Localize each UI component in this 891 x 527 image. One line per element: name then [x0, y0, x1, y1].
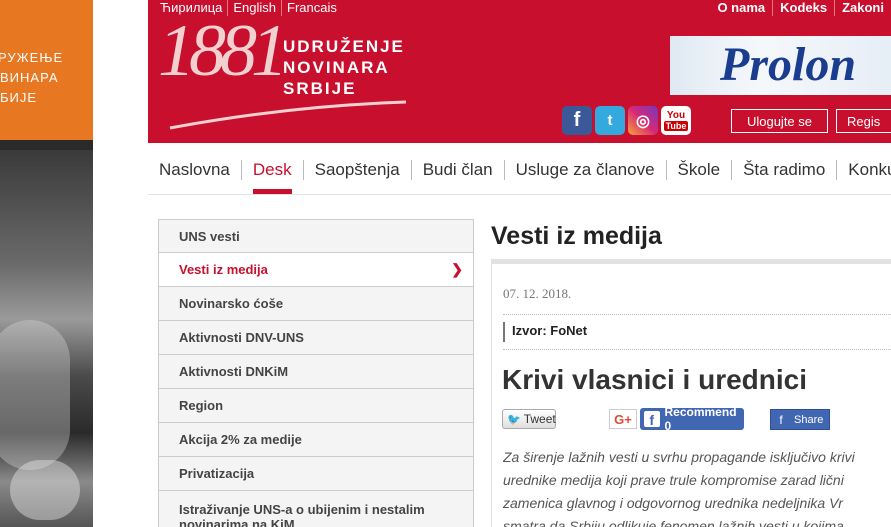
logo-year[interactable]: 1881: [158, 14, 288, 88]
sidebar-item-region[interactable]: Region: [158, 389, 474, 423]
login-button[interactable]: Ulogujte se: [731, 109, 828, 133]
orange-brand-panel: РУЖЕЊЕ ВИНАРА БИЈЕ: [0, 0, 93, 140]
recommend-label: Recommend 0: [664, 405, 737, 433]
sidebar-item-journalist-corner[interactable]: Novinarsko ćoše: [158, 287, 474, 321]
sidebar-item-label: Istraživanje UNS-a o ubijenim i nestalim…: [179, 502, 425, 527]
logo-swoosh-icon: [169, 100, 407, 130]
left-brand-line: РУЖЕЊЕ: [0, 50, 64, 65]
tweet-button[interactable]: 🐦 Tweet: [502, 409, 556, 429]
site-header: Ћирилица English Francais O nama Kodeks …: [148, 0, 891, 143]
sidebar-item-label: Novinarsko ćoše: [179, 296, 284, 311]
sidebar-item-label: Privatizacija: [179, 466, 255, 481]
photo-shape: [0, 320, 70, 470]
sidebar-item-campaign[interactable]: Akcija 2% za medije: [158, 423, 474, 457]
divider: [503, 349, 891, 350]
nav-item-desk[interactable]: Desk: [240, 160, 303, 194]
photo-shape: [10, 460, 80, 520]
sidebar-item-label: Vesti iz medija: [179, 262, 268, 277]
logo-line: UDRUŽENJE: [283, 37, 405, 56]
sidebar-item-label: Region: [179, 398, 224, 413]
article-title: Krivi vlasnici i urednici: [502, 364, 808, 395]
sidebar-item-media-news[interactable]: Vesti iz medija ❯: [158, 253, 474, 287]
youtube-icon[interactable]: You Tube: [661, 106, 691, 135]
sidebar-item-privatization[interactable]: Privatizacija: [158, 457, 474, 491]
section-title: Vesti iz medija: [491, 222, 662, 250]
top-link-laws[interactable]: Zakoni: [834, 0, 891, 16]
sidebar-item-label: Akcija 2% za medije: [179, 432, 302, 447]
left-brand-text: РУЖЕЊЕ ВИНАРА БИЈЕ: [0, 48, 63, 108]
sidebar-item-uns-news[interactable]: UNS vesti: [158, 219, 474, 253]
sidebar-item-research[interactable]: Istraživanje UNS-a o ubijenim i nestalim…: [158, 491, 474, 527]
twitter-icon[interactable]: t: [595, 106, 625, 135]
article-body-line: smatra da Srbiju odlikuje fenomen lažnih…: [503, 518, 844, 527]
left-side-banner[interactable]: РУЖЕЊЕ ВИНАРА БИЈЕ: [0, 0, 93, 527]
nav-item-home[interactable]: Naslovna: [148, 160, 241, 180]
sidebar-item-dnkim[interactable]: Aktivnosti DNKiM: [158, 355, 474, 389]
tweet-label: Tweet: [523, 412, 556, 426]
article-date: 07. 12. 2018.: [503, 286, 572, 301]
share-label: Share: [794, 413, 824, 426]
article-body: Za širenje lažnih vesti u svrhu propagan…: [503, 446, 891, 527]
logo-text[interactable]: UDRUŽENJE NOVINARA SRBIJE: [283, 36, 405, 99]
top-link-about[interactable]: O nama: [710, 0, 772, 16]
lang-link-french[interactable]: Francais: [281, 0, 342, 16]
sidebar-item-label: Aktivnosti DNKiM: [179, 364, 289, 379]
facebook-icon: f: [644, 411, 660, 427]
logo-line: NOVINARA: [283, 58, 390, 77]
register-button[interactable]: Regis: [836, 109, 891, 133]
social-icons: f t ◎ You Tube: [562, 106, 691, 135]
article-body-line: urednike medija koji prave trule komprom…: [503, 472, 844, 488]
nav-item-join[interactable]: Budi član: [410, 160, 504, 180]
nav-item-member-services[interactable]: Usluge za članove: [503, 160, 666, 180]
ad-banner[interactable]: Prolon: [670, 36, 891, 95]
article-body-line: Za širenje lažnih vesti u svrhu propagan…: [503, 449, 855, 465]
sidebar-menu: UNS vesti Vesti iz medija ❯ Novinarsko ćo…: [158, 219, 474, 527]
google-plus-button[interactable]: G+: [609, 409, 637, 429]
facebook-share-button[interactable]: f Share: [770, 409, 830, 430]
nav-item-schools[interactable]: Škole: [665, 160, 732, 180]
facebook-recommend-button[interactable]: f Recommend 0: [640, 405, 744, 433]
facebook-icon: f: [779, 412, 783, 427]
page: РУЖЕЊЕ ВИНАРА БИЈЕ Ћирилица English Fran…: [0, 0, 891, 527]
sidebar-item-label: Aktivnosti DNV-UNS: [179, 330, 304, 345]
left-brand-line: ВИНАРА: [0, 70, 59, 85]
nav-item-contests[interactable]: Konkurs: [836, 160, 891, 180]
nav-item-press-releases[interactable]: Saopštenja: [302, 160, 411, 180]
page-gutter: [93, 0, 148, 527]
chevron-right-icon: ❯: [451, 261, 463, 277]
ad-banner-text: Prolon: [720, 38, 857, 91]
article-source: Izvor: FoNet: [503, 322, 587, 342]
top-link-code[interactable]: Kodeks: [772, 0, 834, 16]
sidebar-item-dnv-uns[interactable]: Aktivnosti DNV-UNS: [158, 321, 474, 355]
sidebar-item-label: UNS vesti: [179, 228, 240, 244]
instagram-icon[interactable]: ◎: [628, 106, 658, 135]
twitter-bird-icon: 🐦: [507, 413, 521, 426]
facebook-icon[interactable]: f: [562, 106, 592, 135]
article-body-line: zamenica glavnog i odgovornog urednika n…: [503, 495, 843, 511]
nav-items: Naslovna Desk Saopštenja Budi član Uslug…: [148, 160, 891, 194]
main-nav: Naslovna Desk Saopštenja Budi član Uslug…: [148, 143, 891, 195]
logo-line: SRBIJE: [283, 79, 357, 98]
divider: [503, 314, 891, 315]
left-brand-line: БИЈЕ: [0, 90, 38, 105]
top-links: O nama Kodeks Zakoni: [710, 0, 891, 16]
nav-item-what-we-do[interactable]: Šta radimo: [731, 160, 836, 180]
